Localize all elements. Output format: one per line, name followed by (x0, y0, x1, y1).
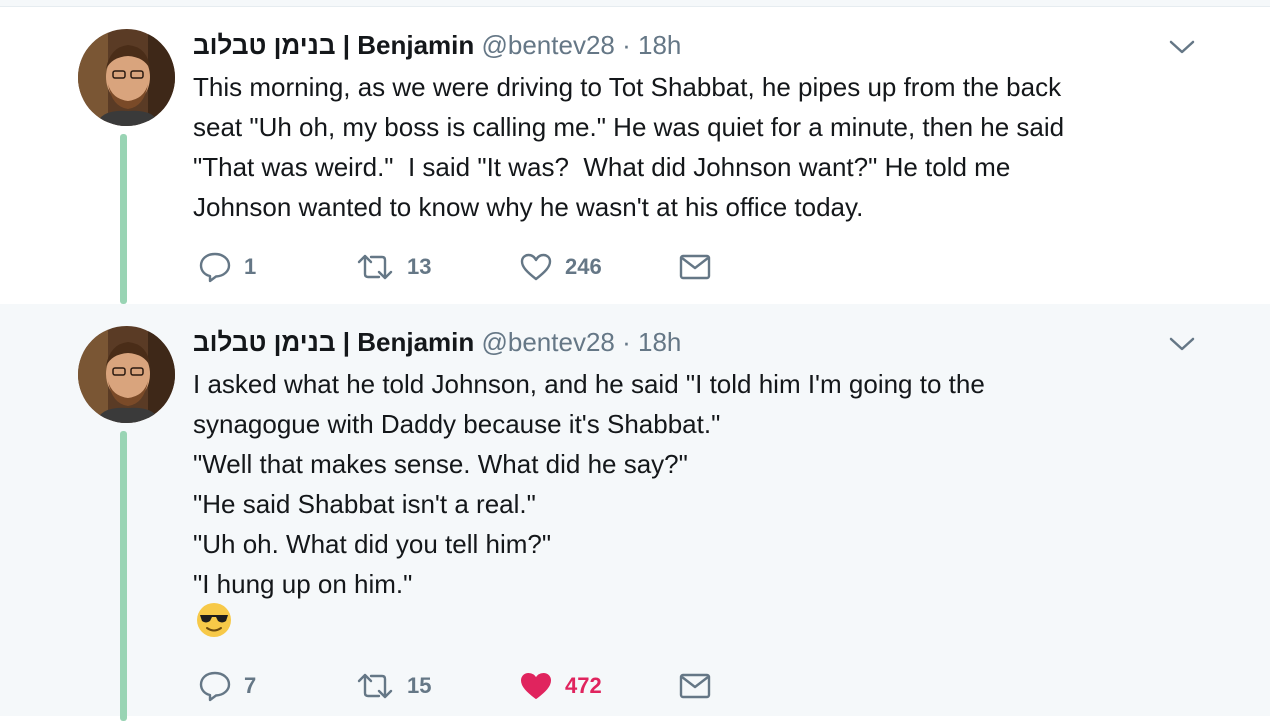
tweet-text-line: seat "Uh oh, my boss is calling me." He … (193, 112, 1065, 142)
tweet-header: בנימן טבלוב | Benjamin @bentev28 · 18h (193, 326, 681, 358)
reply-button[interactable]: 7 (198, 666, 256, 706)
retweet-icon (355, 252, 395, 282)
like-button[interactable]: 472 (519, 666, 602, 706)
separator-dot: · (622, 327, 631, 357)
author-handle[interactable]: @bentev28 (481, 327, 614, 357)
direct-message-button[interactable] (679, 247, 711, 287)
reply-count: 7 (244, 673, 257, 698)
tweet-text-line: synagogue with Daddy because it's Shabba… (193, 409, 721, 439)
tweet-text-line: "He said Shabbat isn't a real." (193, 489, 536, 519)
reply-button[interactable]: 1 (198, 247, 256, 287)
like-count: 472 (565, 673, 602, 698)
tweet-text: This morning, as we were driving to Tot … (193, 67, 1193, 227)
like-button[interactable]: 246 (519, 247, 602, 287)
envelope-icon (679, 254, 711, 280)
reply-count: 1 (244, 254, 257, 279)
top-border (0, 0, 1270, 7)
separator-dot: · (622, 30, 631, 60)
tweet[interactable]: בנימן טבלוב | Benjamin @bentev28 · 18h T… (0, 7, 1270, 304)
reply-icon (198, 670, 232, 702)
direct-message-button[interactable] (679, 666, 711, 706)
avatar[interactable] (78, 29, 175, 126)
author-handle[interactable]: @bentev28 (481, 30, 614, 60)
sunglasses-emoji-icon (195, 601, 233, 639)
tweet-text-line: "I hung up on him." (193, 569, 413, 599)
tweet-text-line: Johnson wanted to know why he wasn't at … (193, 192, 864, 222)
chevron-down-icon[interactable] (1168, 37, 1196, 57)
tweet-text: I asked what he told Johnson, and he sai… (193, 364, 1193, 604)
like-count: 246 (565, 254, 602, 279)
retweet-icon (355, 671, 395, 701)
tweet-text-line: This morning, as we were driving to Tot … (193, 72, 1062, 102)
timestamp[interactable]: 18h (638, 30, 681, 60)
timestamp[interactable]: 18h (638, 327, 681, 357)
tweet-header: בנימן טבלוב | Benjamin @bentev28 · 18h (193, 29, 681, 61)
author-name[interactable]: בנימן טבלוב | Benjamin (193, 30, 474, 60)
envelope-icon (679, 673, 711, 699)
tweet-text-line: "That was weird." I said "It was? What d… (193, 152, 1011, 182)
tweet-text-line: "Uh oh. What did you tell him?" (193, 529, 552, 559)
retweet-count: 15 (407, 673, 432, 698)
avatar[interactable] (78, 326, 175, 423)
retweet-button[interactable]: 13 (355, 247, 431, 287)
thread-connector-line (120, 431, 127, 721)
thread-connector-line (120, 134, 127, 304)
author-name[interactable]: בנימן טבלוב | Benjamin (193, 327, 474, 357)
chevron-down-icon[interactable] (1168, 334, 1196, 354)
reply-icon (198, 251, 232, 283)
tweet-text-line: "Well that makes sense. What did he say?… (193, 449, 688, 479)
tweet[interactable]: בנימן טבלוב | Benjamin @bentev28 · 18h I… (0, 304, 1270, 721)
tweet-text-line: I asked what he told Johnson, and he sai… (193, 369, 985, 399)
heart-icon (519, 252, 553, 282)
retweet-count: 13 (407, 254, 432, 279)
heart-icon (519, 671, 553, 701)
retweet-button[interactable]: 15 (355, 666, 431, 706)
